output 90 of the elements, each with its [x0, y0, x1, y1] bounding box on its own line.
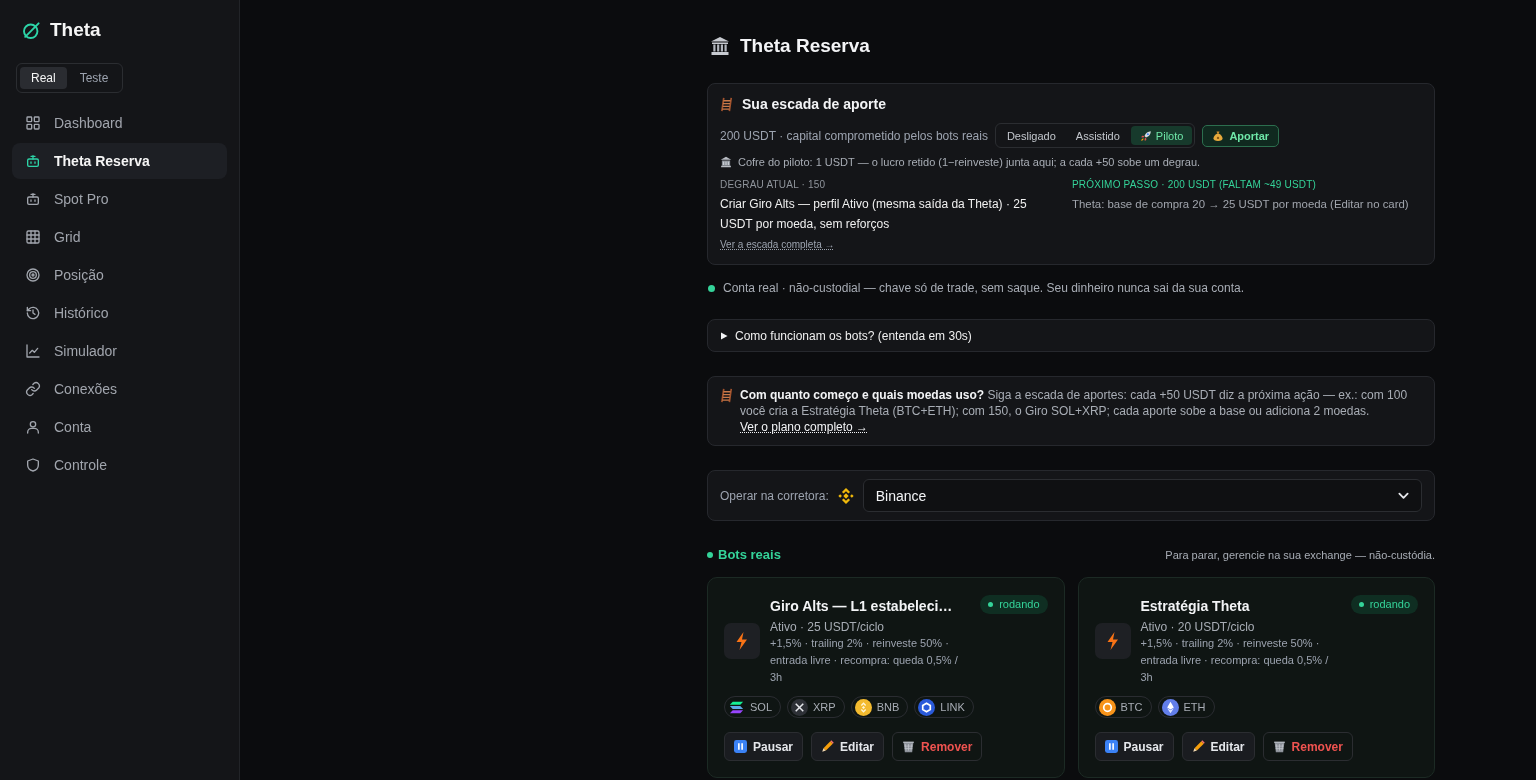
ladder-title: Sua escada de aporte	[742, 95, 886, 114]
nav-item[interactable]: Dashboard	[12, 105, 227, 141]
nav-item[interactable]: Simulador	[12, 333, 227, 369]
pause-button[interactable]: Pausar	[1094, 732, 1174, 761]
wastebasket-icon	[1272, 740, 1286, 753]
nav-item[interactable]: Grid	[12, 219, 227, 255]
grid-icon	[25, 229, 41, 245]
brand-name: Theta	[50, 19, 101, 41]
coin-symbol: SOL	[750, 701, 772, 713]
exchange-select[interactable]: Binance	[862, 479, 1422, 512]
status-text: rodando	[1369, 597, 1410, 612]
caret-icon	[720, 331, 728, 340]
user-icon	[25, 419, 41, 435]
mode-tab[interactable]: Teste	[68, 67, 120, 89]
coin-icon	[1098, 698, 1116, 716]
ladder-link[interactable]: Ver a escada completa →	[720, 239, 835, 251]
status-dot-icon	[1358, 602, 1364, 607]
bot-name: Estratégia Theta	[1140, 597, 1250, 616]
contribute-button[interactable]: Aportar	[1202, 124, 1280, 147]
history-icon	[25, 305, 41, 321]
account-notice: Conta real · não-custodial — chave só de trade, sem saque. Seu dinheiro nunca sai da sua conta.	[723, 280, 1244, 297]
next-step-text: Theta: base de compra 20 → 25 USDT por moeda (Editar no card)	[1072, 197, 1410, 212]
pause-icon	[1104, 740, 1118, 753]
robot-icon	[25, 153, 41, 169]
current-step-label: DEGRAU ATUAL · 150	[720, 178, 827, 192]
coin-symbol: XRP	[813, 701, 836, 713]
line-chart-icon	[25, 343, 41, 359]
ladder-icon	[720, 388, 735, 403]
remove-button[interactable]: Remover	[892, 732, 983, 761]
money-bag-icon	[1212, 129, 1225, 142]
lightning-bolt-icon	[1094, 622, 1131, 659]
capital-text: 200 USDT · capital comprometido pelos bots reais	[720, 128, 988, 143]
pilot-mode-option[interactable]: Assistido	[1066, 126, 1129, 145]
exchange-label: Operar na corretora:	[720, 488, 829, 503]
current-step-text: Criar Giro Alts — perfil Ativo (mesma saída da Theta) · 25 USDT por moeda, sem reforços	[720, 196, 1028, 233]
classical-building-icon	[710, 36, 730, 56]
edit-button[interactable]: Editar	[1181, 732, 1255, 761]
coin-symbol: BNB	[876, 701, 900, 713]
nav-item[interactable]: Theta Reserva	[12, 143, 227, 179]
nav-item[interactable]: Controle	[12, 447, 227, 483]
bot-details: +1,5% · trailing 2% · reinveste 50% · entrada livre · recompra: queda 0,5% / 3h	[1140, 636, 1330, 685]
edit-button[interactable]: Editar	[811, 732, 885, 761]
section-title: Bots reais	[718, 546, 781, 564]
pencil-icon	[1191, 740, 1205, 753]
nav-item[interactable]: Posição	[12, 257, 227, 293]
plan-link[interactable]: Ver o plano completo →	[740, 420, 869, 434]
bank-building-icon	[720, 156, 732, 168]
vault-note: Cofre do piloto: 1 USDT — o lucro retido (1−reinveste) junta aqui; a cada +50 sobe um degrau.	[738, 155, 1201, 169]
chevron-down-icon	[1398, 491, 1409, 500]
remove-button[interactable]: Remover	[1262, 732, 1353, 761]
nav-item[interactable]: Conexões	[12, 371, 227, 407]
diamond-pattern-logo-icon	[836, 486, 855, 505]
coin-symbol: LINK	[940, 701, 965, 713]
nav-item[interactable]: Histórico	[12, 295, 227, 331]
lightning-bolt-icon	[724, 622, 760, 659]
status-text: rodando	[999, 597, 1040, 612]
bot-details: +1,5% · trailing 2% · reinveste 50% · entrada livre · recompra: queda 0,5% / 3h	[770, 636, 959, 685]
page-title: Theta Reserva	[740, 34, 870, 58]
shield-icon	[25, 457, 41, 473]
hexagon-coin-icon	[918, 698, 936, 716]
link-icon	[25, 381, 41, 397]
next-step-label: PRÓXIMO PASSO · 200 USDT (FALTAM ~49 USDT)	[1072, 178, 1318, 192]
tip-text: Com quanto começo e quais moedas uso? Siga a escada de aportes: cada +50 USDT diz a próxima ação — ex.: com 100 você cria a Estratégia Theta (BTC+ETH); com 150, o Giro SOL+XRP; cada aporte sobe a base ou adiciona 2 moedas. Ver o plano completo →	[740, 387, 1409, 435]
faq-toggle[interactable]: Como funcionam os bots? (entenda em 30s)	[707, 319, 1435, 352]
nav-item[interactable]: Spot Pro	[12, 181, 227, 217]
coin-symbol: ETH	[1183, 701, 1206, 713]
target-icon	[25, 267, 41, 283]
bot-name: Giro Alts — L1 estabeleci…	[770, 597, 953, 616]
bot-summary: Ativo · 25 USDT/ciclo	[770, 619, 886, 635]
status-dot-icon	[708, 284, 715, 292]
diamond-coin-icon	[1161, 698, 1179, 716]
section-note: Para parar, gerencie na sua exchange — não-custódia.	[1165, 549, 1435, 561]
ladder-icon	[720, 96, 735, 112]
pause-icon	[734, 740, 747, 753]
mode-tab[interactable]: Real	[20, 67, 67, 89]
coin-symbol: BTC	[1120, 701, 1143, 713]
pause-button[interactable]: Pausar	[724, 732, 804, 761]
robot-icon	[25, 191, 41, 207]
pencil-icon	[821, 740, 835, 753]
rocket-icon	[1139, 129, 1152, 142]
diamond-pattern-coin-icon	[854, 698, 872, 716]
bot-summary: Ativo · 20 USDT/ciclo	[1140, 619, 1256, 635]
slashed-circle-logo-icon	[22, 20, 41, 40]
pilot-mode-option[interactable]: Desligado	[997, 126, 1065, 145]
four-squares-icon	[25, 115, 41, 131]
pilot-mode-option[interactable]: Piloto	[1130, 126, 1193, 145]
nav-item[interactable]: Conta	[12, 409, 227, 445]
status-dot-icon	[988, 602, 994, 607]
wastebasket-icon	[902, 740, 916, 753]
dot-icon	[707, 552, 713, 558]
